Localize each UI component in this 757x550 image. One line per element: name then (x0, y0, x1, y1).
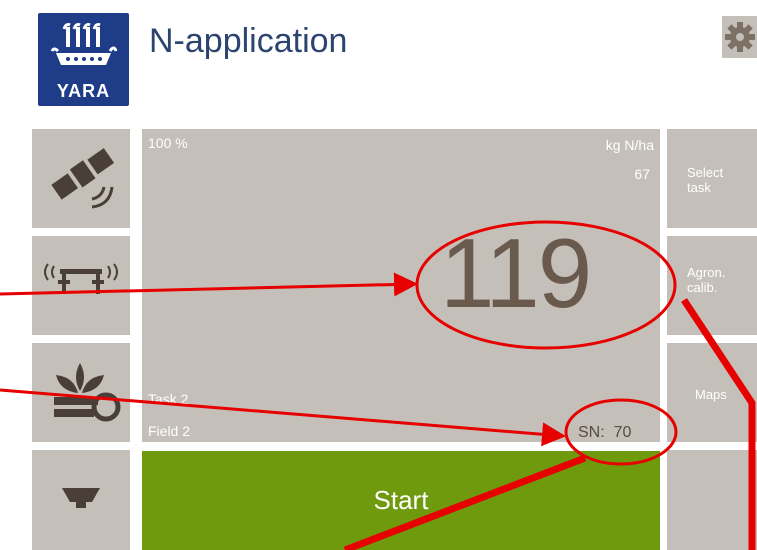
rate-callout-line (681, 298, 756, 550)
annotation-overlay (0, 220, 756, 550)
rate-highlight-ellipse (415, 220, 677, 350)
rate-arrow (0, 272, 418, 297)
n-application-screen: YARA N-application 100 % kg N/ha 67 119 … (0, 0, 757, 550)
sn-callout-line (343, 454, 587, 550)
sn-highlight-ellipse (564, 398, 678, 466)
sn-arrow (0, 388, 566, 447)
